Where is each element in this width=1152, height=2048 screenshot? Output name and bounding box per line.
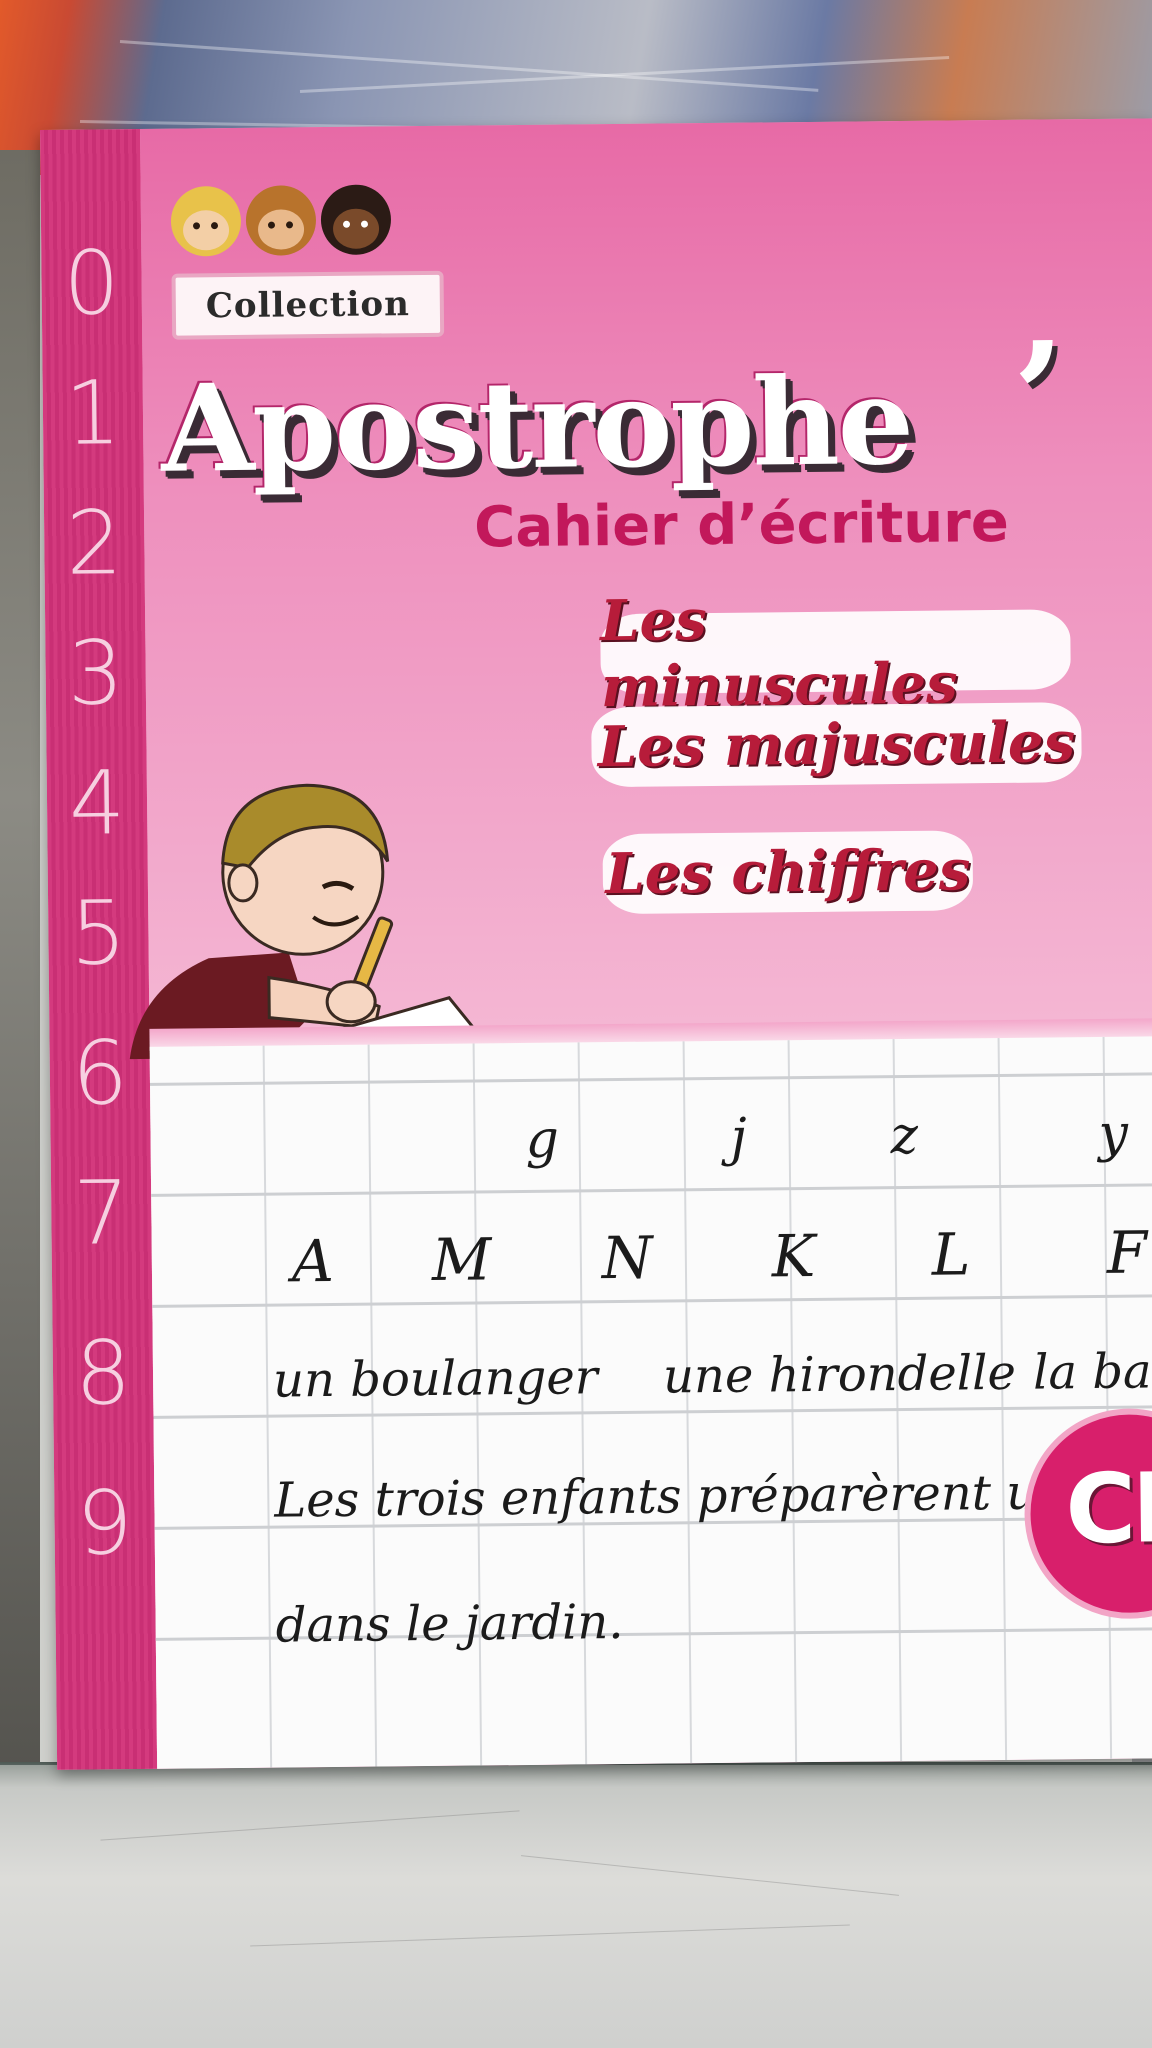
letter-capital: A: [291, 1226, 335, 1296]
counter-surface: [0, 1765, 1152, 2048]
letter-capital: N: [601, 1223, 653, 1293]
topic-chiffres: Les chiffres: [602, 830, 974, 915]
word-item: une hirondelle: [662, 1344, 1017, 1405]
spine-digit: 8: [74, 1321, 132, 1425]
letter-capital: K: [771, 1221, 816, 1291]
boy-writing-icon: [129, 783, 500, 1069]
mascot-kids-icon: [160, 166, 401, 279]
topic-majuscules: Les majuscules: [591, 702, 1082, 788]
background-left: [0, 150, 40, 1770]
letter-capital: F: [1106, 1218, 1148, 1287]
collection-label: Collection: [171, 270, 445, 340]
book-subtitle: Cahier d’écriture: [473, 489, 1010, 561]
letter-small: g: [525, 1109, 560, 1170]
spine-digit: 9: [76, 1471, 134, 1575]
book-title: Apostrophe: [160, 350, 913, 500]
letter-small: z: [890, 1105, 919, 1167]
spine-digit: 2: [65, 491, 123, 595]
spine-digit: 7: [72, 1161, 130, 1265]
spine-digit: 1: [64, 361, 122, 465]
word-item: un boulanger: [272, 1349, 598, 1409]
topic-minuscules: Les minuscules: [600, 587, 1071, 720]
level-badge-text: CE: [1064, 1451, 1152, 1566]
spine-digit: 0: [63, 231, 121, 335]
letter-small: j: [730, 1107, 748, 1168]
word-item: la bala: [1032, 1342, 1152, 1401]
letter-capital: L: [931, 1220, 971, 1289]
title-apostrophe: ’: [1011, 309, 1067, 486]
letter-small: y: [1098, 1103, 1129, 1164]
sentence-line-1: Les trois enfants préparèrent une piste: [274, 1462, 1152, 1529]
letter-capital: M: [431, 1225, 492, 1294]
notebook-cover: 0 1 2 3 4 5 6 7 8 9 Collection Apostroph…: [40, 118, 1152, 1770]
spine-digit: 3: [67, 621, 125, 725]
sentence-line-2: dans le jardin.: [275, 1593, 624, 1654]
